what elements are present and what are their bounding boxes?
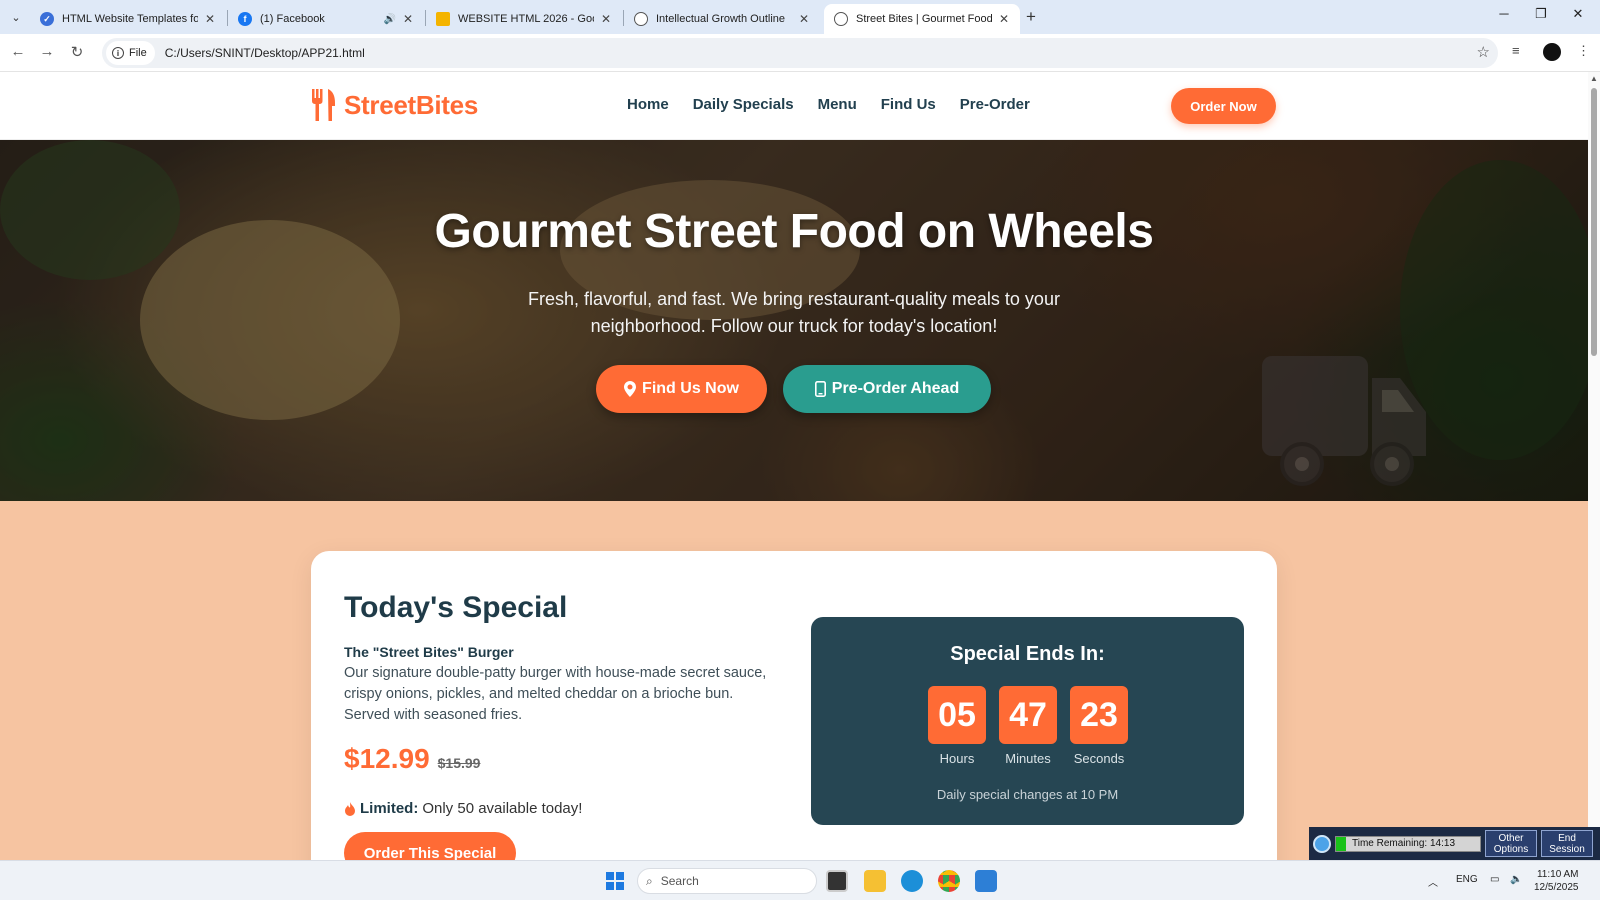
chevron-up-icon[interactable]: ︿	[1428, 874, 1438, 889]
truck-icon	[1262, 356, 1426, 486]
find-us-now-button[interactable]: Find Us Now	[596, 365, 767, 413]
facebook-icon: f	[238, 12, 252, 26]
hero-subtitle: Fresh, flavorful, and fast. We bring res…	[528, 289, 1060, 336]
close-tab-icon[interactable]: ✕	[996, 12, 1012, 26]
hero-title: Gourmet Street Food on Wheels	[434, 205, 1154, 258]
menu-kebab-icon[interactable]: ⋮	[1577, 43, 1590, 59]
todays-special-card: Today's Special The "Street Bites" Burge…	[311, 551, 1277, 860]
main-nav: Home Daily Specials Menu Find Us Pre-Ord…	[627, 96, 1030, 113]
new-tab-button[interactable]: +	[1026, 7, 1036, 27]
hero-section: Gourmet Street Food on Wheels Fresh, fla…	[0, 140, 1588, 501]
task-view-icon[interactable]	[826, 870, 848, 892]
countdown-heading: Special Ends In:	[950, 643, 1105, 665]
countdown-seconds: 23 Seconds	[1070, 686, 1128, 766]
browser-tab-bar: ⌄ ✓ HTML Website Templates for Er ✕ f (1…	[0, 0, 1600, 34]
browser-tab-active[interactable]: Street Bites | Gourmet Food Tru ✕	[824, 4, 1020, 34]
mobile-phone-icon	[814, 381, 826, 397]
chrome-icon[interactable]	[938, 870, 960, 892]
reload-icon[interactable]: ↻	[67, 43, 87, 61]
logo-text: StreetBites	[344, 89, 478, 120]
site-info-chip[interactable]: i File	[106, 41, 155, 65]
countdown-hours: 05 Hours	[928, 686, 986, 766]
browser-tab[interactable]: ✓ HTML Website Templates for Er ✕	[30, 4, 226, 34]
back-icon[interactable]: ←	[8, 43, 28, 60]
map-pin-icon	[624, 381, 637, 397]
countdown-note: Daily special changes at 10 PM	[936, 787, 1119, 802]
close-window-icon[interactable]: ✕	[1568, 6, 1588, 22]
session-widget: Time Remaining: 14:13 Other Options End …	[1309, 827, 1600, 860]
taskbar-search[interactable]: ⌕ Search	[637, 868, 817, 894]
scrollbar-thumb[interactable]	[1591, 88, 1597, 356]
close-tab-icon[interactable]: ✕	[796, 12, 812, 26]
browser-toolbar: ← → ↻ i File C:/Users/SNINT/Desktop/APP2…	[0, 34, 1600, 72]
special-heading: Today's Special	[344, 591, 568, 624]
address-bar[interactable]: i File C:/Users/SNINT/Desktop/APP21.html…	[102, 38, 1498, 68]
forward-icon[interactable]: →	[37, 43, 57, 60]
template-icon: ✓	[40, 12, 54, 26]
profile-avatar[interactable]	[1543, 43, 1561, 61]
current-price: $12.99	[344, 743, 430, 774]
nav-pre-order[interactable]: Pre-Order	[960, 96, 1030, 113]
browser-tab[interactable]: Intellectual Growth Outline ✕	[624, 4, 820, 34]
other-options-button[interactable]: Other Options	[1485, 830, 1537, 857]
windows-start-icon[interactable]	[606, 872, 624, 890]
status-indicator	[1336, 836, 1346, 851]
page-scrollbar[interactable]: ▲	[1588, 72, 1600, 860]
utensils-icon	[312, 89, 335, 121]
nav-daily-specials[interactable]: Daily Specials	[693, 96, 794, 113]
pre-order-ahead-button[interactable]: Pre-Order Ahead	[783, 365, 991, 413]
limited-availability: Limited: Only 50 available today!	[344, 800, 582, 817]
drive-icon	[436, 12, 450, 26]
nav-home[interactable]: Home	[627, 96, 669, 113]
info-icon: i	[112, 47, 124, 59]
volume-icon[interactable]: 🔈	[1510, 874, 1522, 885]
special-name: The "Street Bites" Burger	[344, 644, 514, 660]
notepad-icon[interactable]	[975, 870, 997, 892]
browser-tab[interactable]: WEBSITE HTML 2026 - Google ✕	[426, 4, 622, 34]
globe-icon	[634, 12, 648, 26]
windows-taskbar: ⌕ Search ︿ ENG ▭ 🔈 11:10 AM 12/5/2025	[0, 860, 1600, 900]
network-icon[interactable]: ▭	[1490, 874, 1499, 885]
fire-icon	[345, 801, 355, 816]
search-icon: ⌕	[646, 873, 653, 888]
edge-icon[interactable]	[901, 870, 923, 892]
tab-search-button[interactable]: ⌄	[6, 7, 26, 27]
web-page: StreetBites Home Daily Specials Menu Fin…	[0, 72, 1588, 860]
time-remaining: Time Remaining: 14:13	[1335, 835, 1481, 852]
countdown-minutes: 47 Minutes	[999, 686, 1057, 766]
bookmark-star-icon[interactable]: ☆	[1477, 43, 1490, 61]
browser-tab[interactable]: f (1) Facebook 🔊 ✕	[228, 4, 424, 34]
countdown-panel: Special Ends In: 05 Hours 47 Minutes 23 …	[811, 617, 1244, 825]
order-now-button[interactable]: Order Now	[1171, 88, 1276, 124]
special-description: Our signature double-patty burger with h…	[344, 665, 767, 723]
site-logo[interactable]: StreetBites	[310, 89, 478, 121]
close-tab-icon[interactable]: ✕	[598, 12, 614, 26]
nav-menu[interactable]: Menu	[818, 96, 857, 113]
order-this-special-button[interactable]: Order This Special	[344, 832, 516, 860]
minimize-icon[interactable]: ─	[1494, 6, 1514, 21]
scroll-up-icon[interactable]: ▲	[1590, 74, 1598, 83]
speaker-icon[interactable]: 🔊	[384, 14, 396, 25]
restore-icon[interactable]: ❐	[1531, 6, 1551, 22]
special-price: $12.99 $15.99	[344, 743, 480, 775]
system-clock[interactable]: 11:10 AM 12/5/2025	[1534, 868, 1579, 894]
language-indicator[interactable]: ENG	[1456, 874, 1478, 885]
file-explorer-icon[interactable]	[864, 870, 886, 892]
site-header: StreetBites Home Daily Specials Menu Fin…	[0, 72, 1588, 140]
close-tab-icon[interactable]: ✕	[202, 12, 218, 26]
nav-find-us[interactable]: Find Us	[881, 96, 936, 113]
end-session-button[interactable]: End Session	[1541, 830, 1593, 857]
globe-icon	[834, 12, 848, 26]
session-status-icon	[1313, 834, 1331, 853]
original-price: $15.99	[437, 755, 481, 771]
url-text[interactable]: C:/Users/SNINT/Desktop/APP21.html	[165, 46, 365, 60]
media-controls-icon[interactable]: ≡	[1512, 43, 1520, 58]
close-tab-icon[interactable]: ✕	[400, 12, 416, 26]
